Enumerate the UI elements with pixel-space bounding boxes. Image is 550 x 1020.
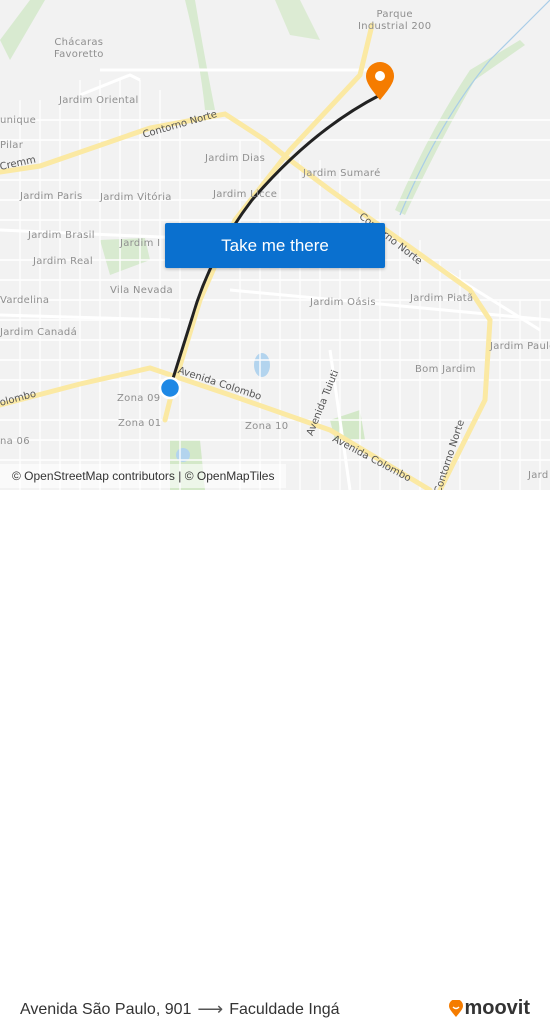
label-jardim-dias: Jardim Dias xyxy=(205,153,266,164)
label-pilar: Pilar xyxy=(0,140,24,151)
origin-name: Avenida São Paulo, 901 xyxy=(20,1000,192,1018)
park-area xyxy=(395,40,525,215)
label-jardim-paulo: Jardim Paulo xyxy=(490,341,550,352)
label-unique: unique xyxy=(0,115,37,126)
label-zona-10: Zona 10 xyxy=(245,421,289,432)
label-zona-06: na 06 xyxy=(0,436,30,447)
label-jardim-paris: Jardim Paris xyxy=(20,191,83,202)
park-area xyxy=(0,0,45,60)
take-me-there-button[interactable]: Take me there xyxy=(165,223,385,268)
label-jardim-oriental: Jardim Oriental xyxy=(59,95,139,106)
label-bom-jardim: Bom Jardim xyxy=(415,364,476,375)
moovit-pin-icon xyxy=(449,999,464,1017)
label-jardim-brasil: Jardim Brasil xyxy=(28,230,95,241)
moovit-wordmark: moovit xyxy=(464,997,530,1019)
label-zona-01: Zona 01 xyxy=(118,418,162,429)
route-summary: Avenida São Paulo, 901 ⟶ Faculdade Ingá xyxy=(20,999,340,1020)
label-parque-industrial: Parque Industrial 200 xyxy=(358,9,432,32)
label-vila-nevada: Vila Nevada xyxy=(110,285,173,296)
park-area xyxy=(275,0,320,40)
label-jardim-canada: Jardim Canadá xyxy=(0,327,78,338)
map[interactable]: Parque Industrial 200 Chácaras Favoretto… xyxy=(0,0,550,490)
destination-name: Faculdade Ingá xyxy=(229,1000,340,1018)
park-area xyxy=(185,0,215,110)
label-jardim-i: Jardim I xyxy=(120,238,161,249)
label-jardim-vitoria: Jardim Vitória xyxy=(100,192,172,203)
footer: Avenida São Paulo, 901 ⟶ Faculdade Ingá … xyxy=(0,490,550,1019)
lake xyxy=(254,353,270,377)
label-jardim-licce: Jardim Licce xyxy=(213,189,278,200)
label-jardim-sumare: Jardim Sumaré xyxy=(303,168,381,179)
label-chacaras: Chácaras Favoretto xyxy=(54,37,104,60)
label-vardelina: Vardelina xyxy=(0,295,50,306)
arrow-right-icon: ⟶ xyxy=(197,999,224,1019)
label-jard: Jard xyxy=(528,470,549,481)
destination-pin-icon xyxy=(366,62,394,100)
label-zona-09: Zona 09 xyxy=(117,393,161,404)
label-jardim-oasis: Jardim Oásis xyxy=(310,297,376,308)
label-jardim-real: Jardim Real xyxy=(33,256,93,267)
label-jardim-piata: Jardim Piatã xyxy=(410,293,474,304)
moovit-logo: moovit xyxy=(448,997,530,1020)
origin-marker xyxy=(158,376,182,400)
map-attribution[interactable]: © OpenStreetMap contributors | © OpenMap… xyxy=(0,464,287,488)
